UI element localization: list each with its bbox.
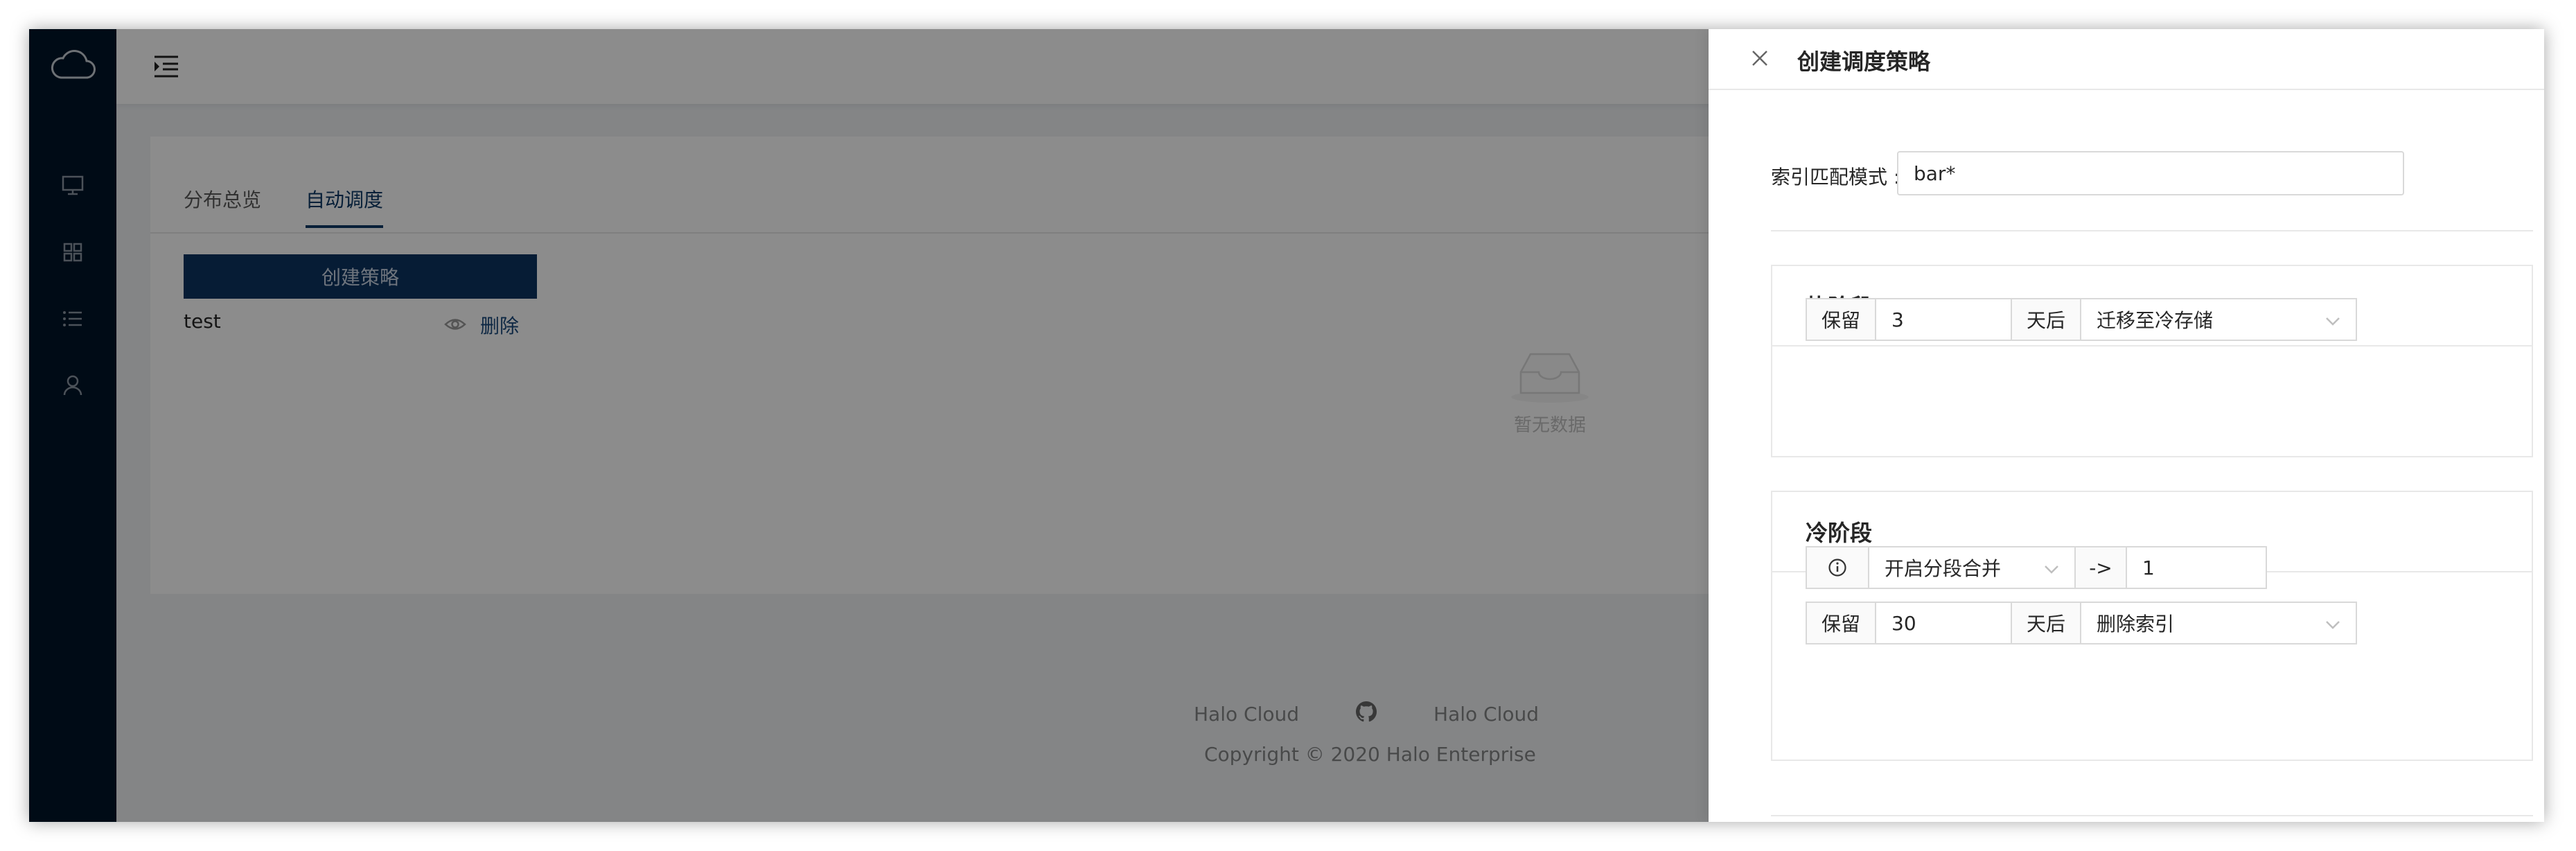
cold-action-value: 删除索引 (2097, 613, 2175, 635)
hot-phase-card: 热阶段 保留 3 天后 迁移至冷存储 (1771, 265, 2533, 457)
cold-merge-value-input[interactable]: 1 (2126, 546, 2267, 589)
cold-keep-label: 保留 (1806, 602, 1876, 644)
hot-action-select[interactable]: 迁移至冷存储 (2080, 298, 2357, 341)
create-policy-drawer: 创建调度策略 索引匹配模式 : 热阶段 保留 3 天后 迁移至冷存储 (1709, 29, 2544, 822)
cold-phase-card: 冷阶段 开启分段合并 -> 1 保留 30 天后 删除索引 (1771, 491, 2533, 761)
hot-retention-group: 保留 3 天后 迁移至冷存储 (1806, 298, 2357, 341)
chevron-down-icon (2044, 556, 2059, 579)
index-pattern-input[interactable] (1897, 151, 2404, 195)
app-window: 分布总览 自动调度 创建策略 test 删除 暂无数据 Halo Cloud H… (29, 29, 2544, 822)
cold-retention-group: 保留 30 天后 删除索引 (1806, 602, 2357, 644)
cold-action-select[interactable]: 删除索引 (2080, 602, 2357, 644)
arrow-label: -> (2074, 546, 2127, 589)
drawer-body: 索引匹配模式 : 热阶段 保留 3 天后 迁移至冷存储 (1709, 90, 2544, 822)
info-circle-icon[interactable] (1806, 546, 1869, 589)
cold-merge-value: 开启分段合并 (1885, 557, 2002, 580)
hot-action-value: 迁移至冷存储 (2097, 309, 2214, 332)
cold-merge-select[interactable]: 开启分段合并 (1868, 546, 2076, 589)
drawer-title: 创建调度策略 (1797, 49, 1931, 75)
hot-keep-days-input[interactable]: 3 (1875, 298, 2012, 341)
divider (1771, 815, 2533, 816)
cold-merge-group: 开启分段合并 -> 1 (1806, 546, 2267, 589)
cold-keep-days-input[interactable]: 30 (1875, 602, 2012, 644)
hot-after-label: 天后 (2011, 298, 2081, 341)
index-pattern-label: 索引匹配模式 : (1771, 166, 1900, 188)
chevron-down-icon (2325, 308, 2340, 331)
close-icon[interactable] (1745, 43, 1775, 73)
drawer-header: 创建调度策略 (1709, 29, 2544, 90)
hot-keep-label: 保留 (1806, 298, 1876, 341)
cold-after-label: 天后 (2011, 602, 2081, 644)
chevron-down-icon (2325, 612, 2340, 635)
divider (1771, 230, 2533, 231)
